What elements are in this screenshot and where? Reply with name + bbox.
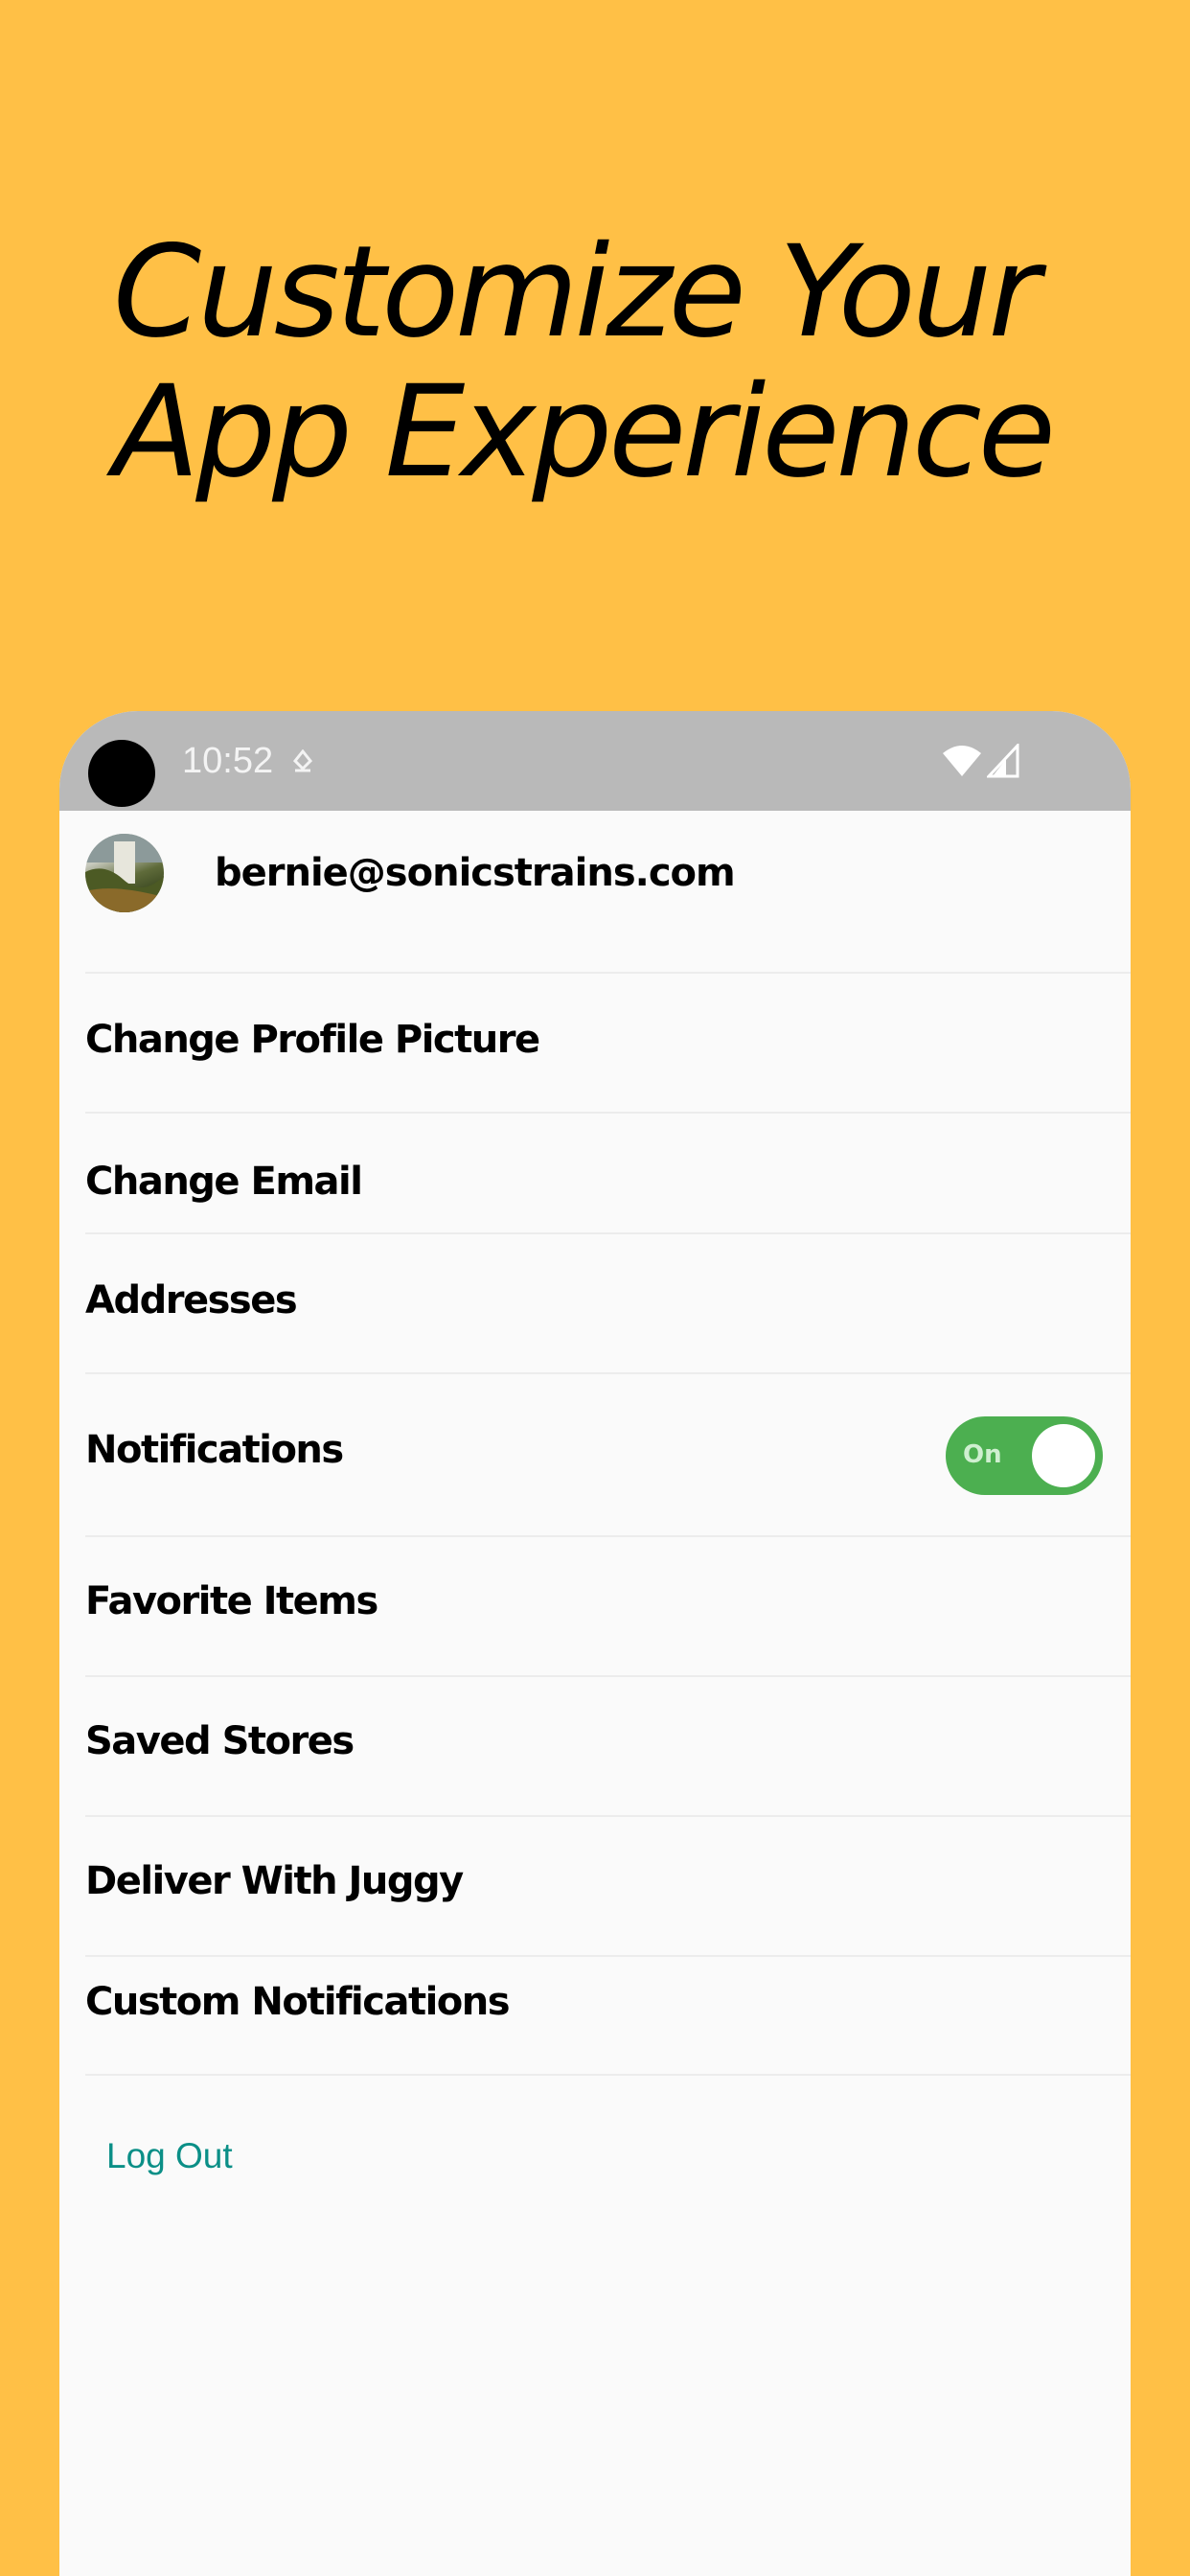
menu-item-label: Change Profile Picture <box>85 1018 540 1062</box>
menu-item-label: Notifications <box>85 1428 344 1472</box>
menu-item-label: Change Email <box>85 1160 363 1204</box>
camera-cutout <box>88 740 155 807</box>
menu-item-saved-stores[interactable]: Saved Stores <box>85 1675 1131 1815</box>
headline: Customize Your App Experience <box>113 218 1056 506</box>
account-header[interactable]: bernie@sonicstrains.com <box>59 811 1131 926</box>
signal-icon <box>987 744 1019 778</box>
menu-item-addresses[interactable]: Addresses <box>85 1232 1131 1372</box>
menu-item-label: Favorite Items <box>85 1579 378 1623</box>
menu-item-label: Saved Stores <box>85 1719 355 1763</box>
menu-item-change-profile-picture[interactable]: Change Profile Picture <box>85 972 1131 1112</box>
account-email: bernie@sonicstrains.com <box>215 851 736 895</box>
menu-item-label: Custom Notifications <box>85 1980 511 2024</box>
menu-divider <box>85 2074 1131 2076</box>
avatar-photo <box>85 834 164 912</box>
logout-button[interactable]: Log Out <box>106 2135 233 2177</box>
headline-line-2: App Experience <box>113 358 1056 506</box>
status-time: 10:52 <box>182 741 274 781</box>
status-bar: 10:52 <box>59 711 1131 811</box>
menu-item-label: Deliver With Juggy <box>85 1859 464 1903</box>
wifi-icon <box>943 746 981 776</box>
phone-screen: 10:52 bernie@sonicstrains.com Change Pro… <box>59 711 1131 2576</box>
menu-item-favorite-items[interactable]: Favorite Items <box>85 1535 1131 1675</box>
toggle-knob <box>1032 1424 1095 1487</box>
menu-item-label: Addresses <box>85 1278 298 1322</box>
toggle-state-label: On <box>963 1440 1002 1469</box>
menu-item-notifications[interactable]: Notifications On <box>85 1372 1131 1535</box>
notification-icon <box>292 749 313 772</box>
notifications-toggle[interactable]: On <box>946 1416 1103 1495</box>
headline-line-1: Customize Your <box>113 218 1041 366</box>
menu-item-custom-notifications[interactable]: Custom Notifications <box>85 1955 1131 2074</box>
menu-item-deliver-with-juggy[interactable]: Deliver With Juggy <box>85 1815 1131 1955</box>
avatar[interactable] <box>85 834 164 912</box>
menu-item-change-email[interactable]: Change Email <box>85 1112 1131 1232</box>
